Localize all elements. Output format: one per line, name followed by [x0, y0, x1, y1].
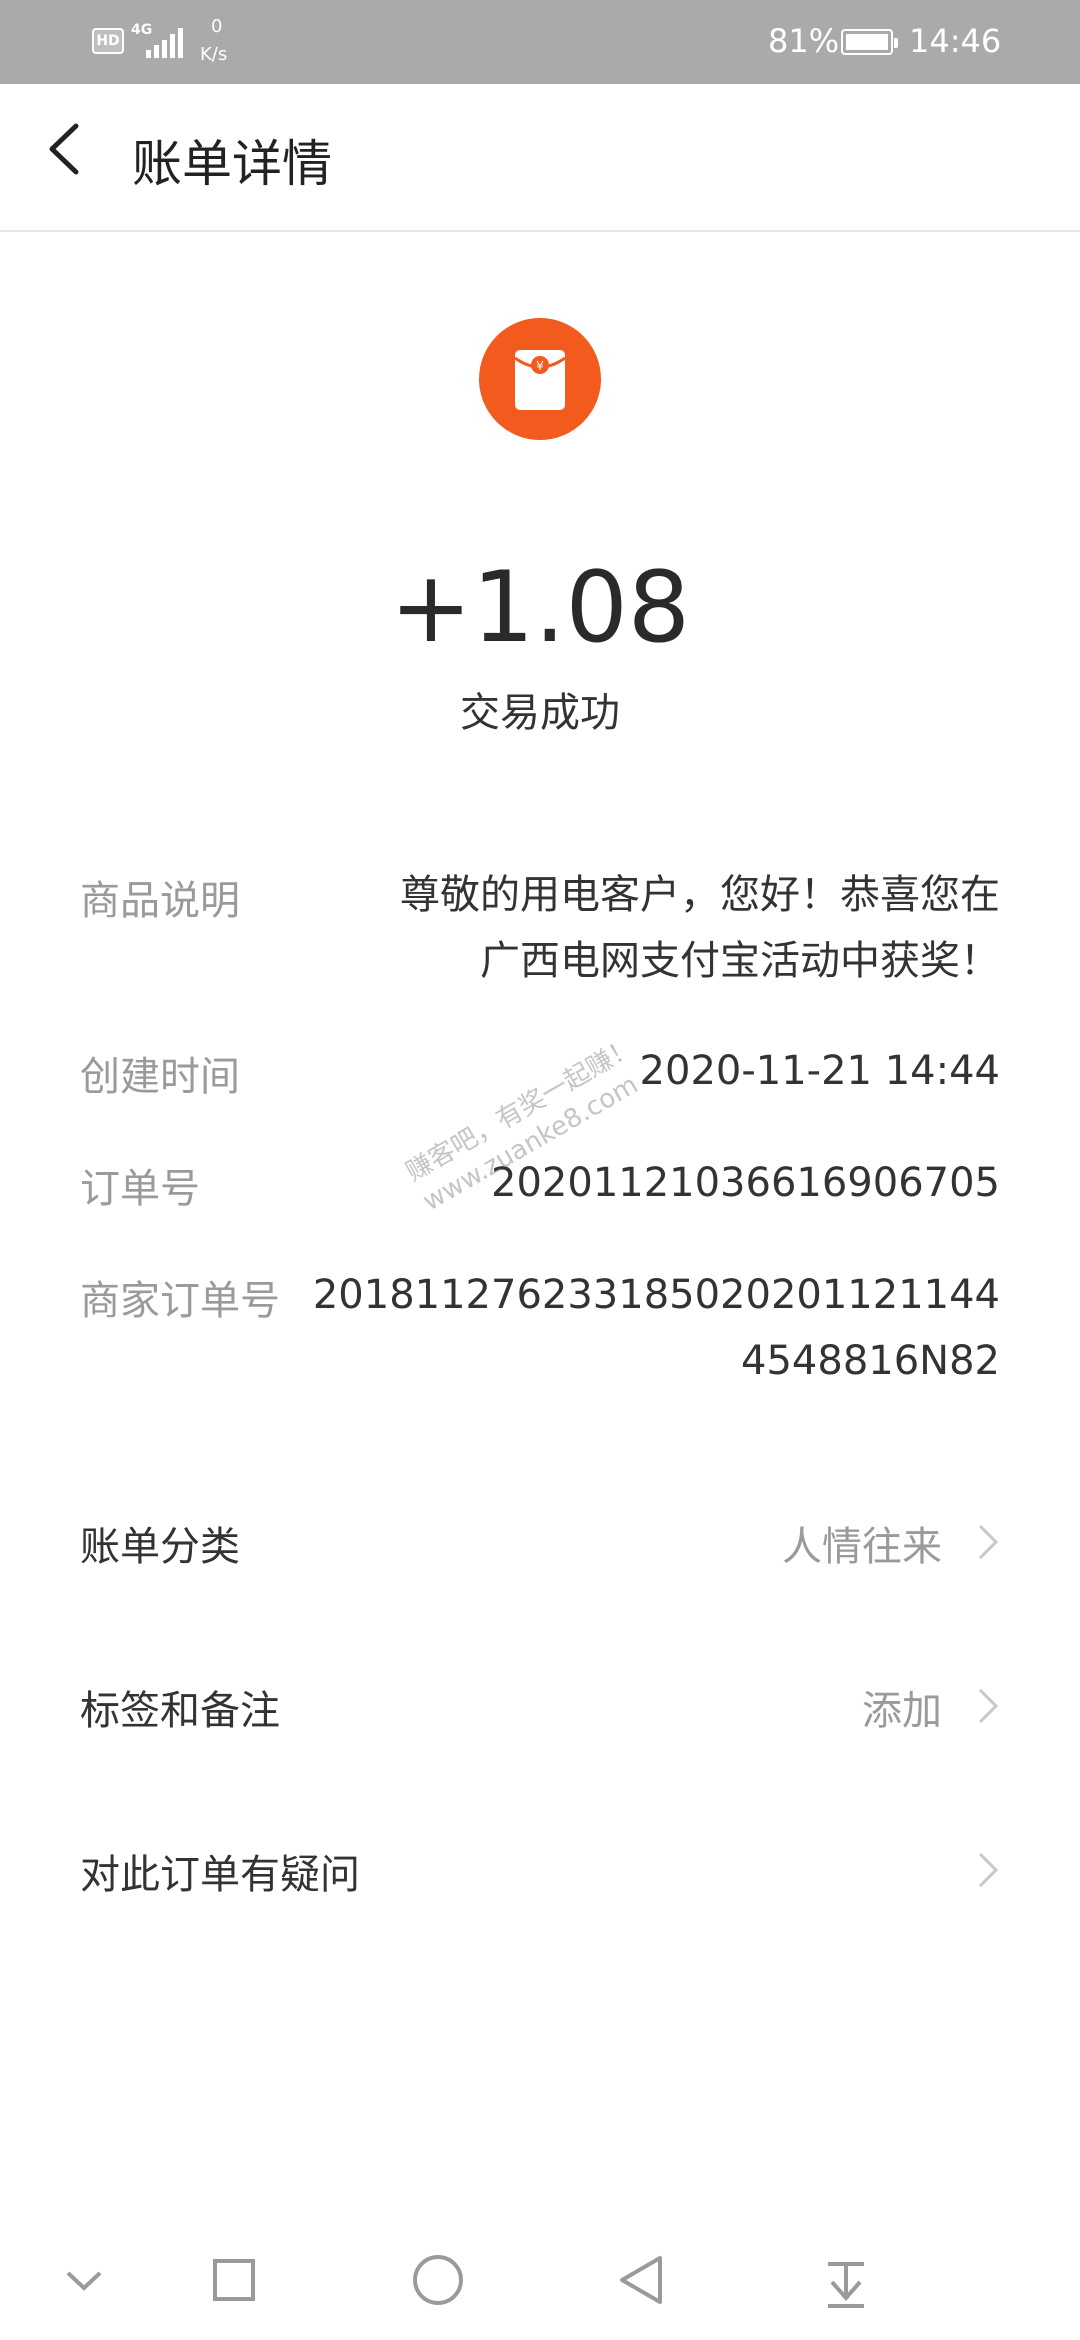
collapse-icon: [66, 2271, 102, 2291]
chevron-left-icon: [49, 123, 79, 175]
system-nav-bar: [0, 2220, 1080, 2340]
status-bar: HD 4G 0 K/s 81% 14:46: [0, 0, 1080, 84]
battery-icon: [841, 29, 898, 55]
merchant-order-line2[interactable]: 4548816N82: [741, 1328, 1000, 1394]
order-number-label: 订单号: [80, 1166, 200, 1212]
order-question-label: 对此订单有疑问: [80, 1852, 360, 1898]
product-value-line1: 尊敬的用电客户，您好！恭喜您在: [400, 872, 1000, 918]
chevron-right-icon: [978, 1852, 999, 1888]
recents-icon: [213, 2259, 255, 2301]
transaction-amount: +1.08: [389, 551, 691, 665]
hd-indicator: HD: [92, 28, 124, 54]
back-triangle-icon: [620, 2256, 662, 2304]
chevron-right-icon: [978, 1524, 999, 1560]
order-number-value[interactable]: 20201121036616906705: [491, 1150, 1000, 1216]
product-label: 商品说明: [80, 878, 240, 924]
clock: 14:46: [909, 22, 1002, 60]
nav-notification-button[interactable]: [786, 2220, 906, 2340]
signal-icon: [146, 26, 186, 58]
tags-remarks-label: 标签和备注: [80, 1688, 280, 1734]
category-label: 账单分类: [80, 1524, 240, 1570]
app-header: 账单详情: [0, 84, 1080, 232]
nav-recents-button[interactable]: [174, 2220, 294, 2340]
created-time-value: 2020-11-21 14:44: [639, 1048, 1000, 1094]
transaction-status: 交易成功: [460, 690, 620, 736]
nav-home-button[interactable]: [378, 2220, 498, 2340]
page-title: 账单详情: [132, 135, 332, 193]
network-speed-value: 0: [211, 16, 223, 37]
notification-pull-icon: [828, 2262, 864, 2308]
home-icon: [413, 2255, 463, 2305]
tags-add-value: 添加: [862, 1688, 942, 1734]
merchant-order-label: 商家订单号: [80, 1278, 280, 1324]
battery-percent: 81%: [768, 22, 840, 60]
nav-collapse-button[interactable]: [24, 2220, 144, 2340]
back-button[interactable]: [40, 114, 90, 184]
red-envelope-icon: ¥: [479, 318, 601, 440]
product-value-line2: 广西电网支付宝活动中获奖！: [480, 938, 1000, 984]
chevron-right-icon: [978, 1688, 999, 1724]
nav-back-button[interactable]: [582, 2220, 702, 2340]
network-speed-unit: K/s: [200, 44, 228, 65]
category-value: 人情往来: [782, 1524, 942, 1570]
svg-text:¥: ¥: [536, 359, 544, 373]
merchant-order-line1[interactable]: 2018112762331850202011211​44: [313, 1262, 1000, 1328]
created-time-label: 创建时间: [80, 1054, 240, 1100]
